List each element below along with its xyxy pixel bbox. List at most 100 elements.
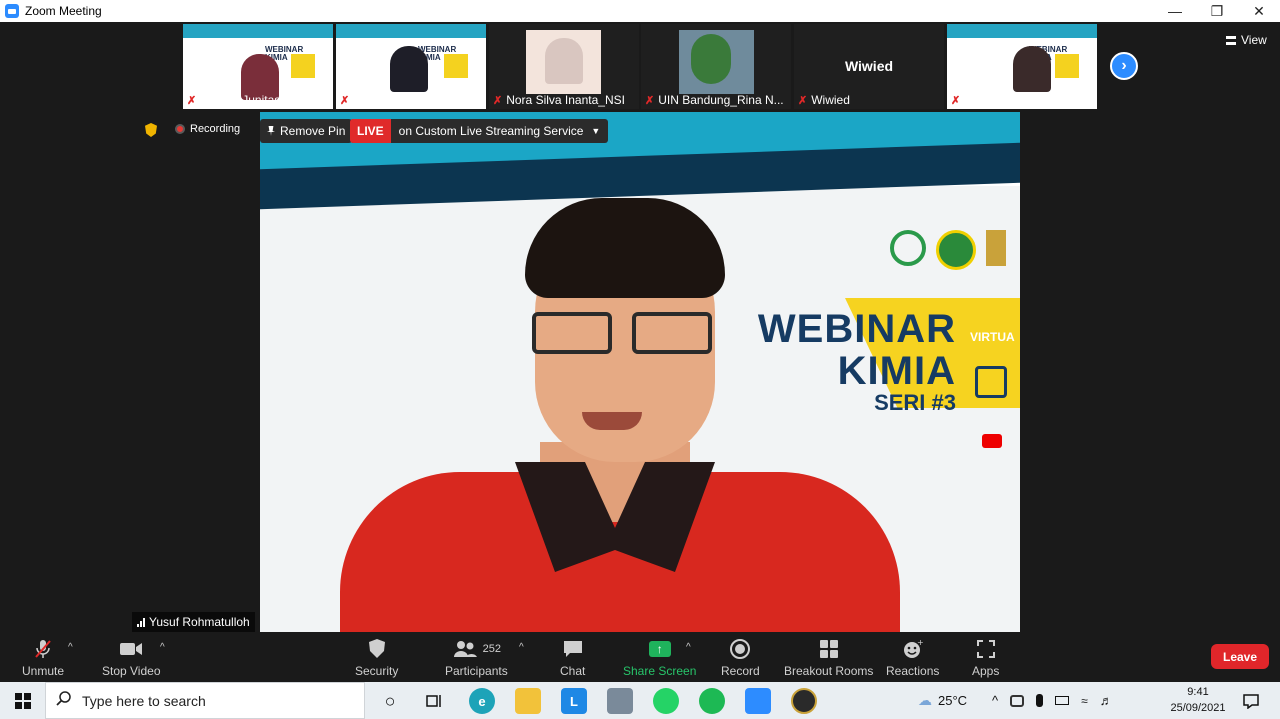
- live-streaming-dropdown[interactable]: LIVE on Custom Live Streaming Service ▼: [350, 119, 609, 143]
- participant-name: UIN Bandung_Rina N...: [658, 93, 784, 107]
- security-label: Security: [355, 664, 399, 678]
- l-app-icon[interactable]: L: [561, 688, 587, 714]
- weather-cloud-icon: ☁: [918, 692, 932, 708]
- window-title: Zoom Meeting: [25, 4, 102, 18]
- record-button[interactable]: Record: [721, 637, 760, 678]
- recording-indicator[interactable]: Recording: [175, 123, 240, 135]
- audio-options-caret-icon[interactable]: ^: [68, 642, 73, 653]
- file-explorer-icon[interactable]: [515, 688, 541, 714]
- whatsapp-icon[interactable]: [653, 688, 679, 714]
- apps-icon: [975, 637, 997, 661]
- wifi-icon[interactable]: ≈: [1081, 694, 1088, 708]
- participant-thumbnail[interactable]: WEBINAR KIMIA ✗ Assyifa Junitasari: [183, 24, 333, 109]
- breakout-rooms-label: Breakout Rooms: [784, 664, 874, 678]
- participant-thumbnail[interactable]: Wiwied ✗ Wiwied: [794, 24, 944, 109]
- unmute-label: Unmute: [22, 664, 65, 678]
- apps-button[interactable]: Apps: [972, 637, 999, 678]
- speaker-name: Yusuf Rohmatulloh: [149, 615, 250, 629]
- participants-caret-icon[interactable]: ^: [519, 642, 524, 653]
- start-button[interactable]: [0, 682, 45, 719]
- recording-label: Recording: [190, 123, 241, 135]
- spotify-icon[interactable]: [699, 688, 725, 714]
- battery-icon[interactable]: [1055, 696, 1070, 705]
- participant-thumbnail[interactable]: WEBINARKIMIA ✗Pemateri_Dr. Susy Yu...: [947, 24, 1097, 109]
- search-placeholder: Type here to search: [82, 692, 206, 709]
- security-button[interactable]: Security: [355, 637, 398, 678]
- meeting-toolbar: Unmute ^ Stop Video ^ Security 252 Parti…: [0, 632, 1280, 682]
- participant-name: Wiwied: [811, 93, 850, 107]
- clock-time: 9:41: [1187, 686, 1209, 698]
- weather-widget[interactable]: ☁ 25°C: [918, 682, 967, 719]
- record-icon: [729, 637, 751, 661]
- mic-off-icon: ✗: [645, 94, 655, 107]
- active-speaker-video: VIRTUA WEBINAR KIMIA SERI #3: [260, 112, 1020, 632]
- system-tray: ^ ≈ ♬: [992, 682, 1113, 719]
- signal-strength-icon: [137, 617, 145, 627]
- share-screen-arrow-icon: ↑: [648, 641, 671, 657]
- recording-dot-icon: [175, 124, 185, 134]
- slide-virtual-text: VIRTUA: [970, 330, 1015, 344]
- app-emblem-icon[interactable]: [791, 688, 817, 714]
- next-page-chevron-icon[interactable]: ›: [1110, 52, 1138, 80]
- participants-label: Participants: [445, 664, 508, 678]
- close-button[interactable]: ✕: [1238, 0, 1280, 22]
- participant-thumbnail[interactable]: WEBINAR KIMIA ✗ Nisa Nur Khasanah: [336, 24, 486, 109]
- unmute-button[interactable]: Unmute: [22, 637, 64, 678]
- slide-title-line2: KIMIA: [837, 349, 956, 393]
- participant-thumbnail[interactable]: ✗ Nora Silva Inanta_NSI: [489, 24, 639, 109]
- speaker-volume-icon[interactable]: ♬: [1100, 693, 1113, 708]
- calendar-icon: [975, 366, 1007, 398]
- chevron-down-icon: ▼: [591, 126, 601, 136]
- remove-pin-button[interactable]: Remove Pin: [260, 119, 353, 143]
- cortana-icon[interactable]: ○: [377, 688, 403, 714]
- participant-name: Nisa Nur Khasanah: [353, 93, 458, 107]
- task-view-icon[interactable]: [421, 688, 447, 714]
- meeting-area: WEBINAR KIMIA ✗ Assyifa Junitasari WEBINAR…: [0, 22, 1280, 632]
- window-title-bar: Zoom Meeting — ❐ ✕: [0, 0, 1280, 22]
- live-badge: LIVE: [350, 119, 391, 143]
- participant-thumbnail[interactable]: ✗ UIN Bandung_Rina N...: [641, 24, 791, 109]
- video-options-caret-icon[interactable]: ^: [160, 642, 165, 653]
- microphone-muted-icon: [32, 637, 54, 661]
- notification-icon[interactable]: [1238, 688, 1264, 714]
- smiley-plus-icon: +: [902, 637, 924, 661]
- clock-date: 25/09/2021: [1170, 702, 1226, 714]
- breakout-rooms-icon: [818, 637, 840, 661]
- stop-video-label: Stop Video: [102, 664, 161, 678]
- shield-icon: [367, 637, 387, 661]
- apps-label: Apps: [972, 664, 1000, 678]
- restore-button[interactable]: ❐: [1196, 0, 1238, 22]
- glasses-icon: [532, 312, 612, 354]
- participant-name: Assyifa Junitasari: [200, 93, 294, 107]
- participants-button[interactable]: 252 Participants: [445, 637, 508, 678]
- reactions-button[interactable]: + Reactions: [886, 637, 939, 678]
- leave-button[interactable]: Leave: [1211, 644, 1269, 669]
- participants-count: 252: [482, 643, 502, 655]
- taskbar-search-input[interactable]: Type here to search: [45, 682, 365, 719]
- mic-off-icon: ✗: [798, 94, 808, 107]
- view-button[interactable]: View: [1226, 33, 1267, 47]
- window-controls: — ❐ ✕: [1154, 0, 1280, 22]
- chat-bubble-icon: [562, 637, 584, 661]
- slide-title: WEBINAR KIMIA: [726, 308, 956, 392]
- minimize-button[interactable]: —: [1154, 0, 1196, 22]
- chat-button[interactable]: Chat: [560, 637, 585, 678]
- tray-chevron-up-icon[interactable]: ^: [992, 693, 998, 708]
- zoom-taskbar-icon[interactable]: [745, 688, 771, 714]
- svg-text:+: +: [917, 638, 924, 647]
- edge-browser-icon[interactable]: e: [469, 688, 495, 714]
- slide-seri: SERI #3: [874, 390, 956, 415]
- encryption-shield-icon[interactable]: [145, 123, 157, 137]
- security-tray-icon[interactable]: [1010, 694, 1025, 707]
- share-options-caret-icon[interactable]: ^: [686, 642, 691, 653]
- reactions-label: Reactions: [886, 664, 940, 678]
- microphone-tray-icon[interactable]: [1036, 694, 1044, 707]
- share-screen-label: Share Screen: [623, 664, 697, 678]
- taskbar-clock[interactable]: 9:41 25/09/2021: [1170, 684, 1226, 716]
- remove-pin-label: Remove Pin: [280, 124, 346, 138]
- stop-video-button[interactable]: Stop Video: [102, 637, 161, 678]
- uin-logo: [890, 230, 926, 266]
- camera-app-icon[interactable]: [607, 688, 633, 714]
- gallery-view-icon: [1226, 35, 1236, 45]
- breakout-rooms-button[interactable]: Breakout Rooms: [784, 637, 873, 678]
